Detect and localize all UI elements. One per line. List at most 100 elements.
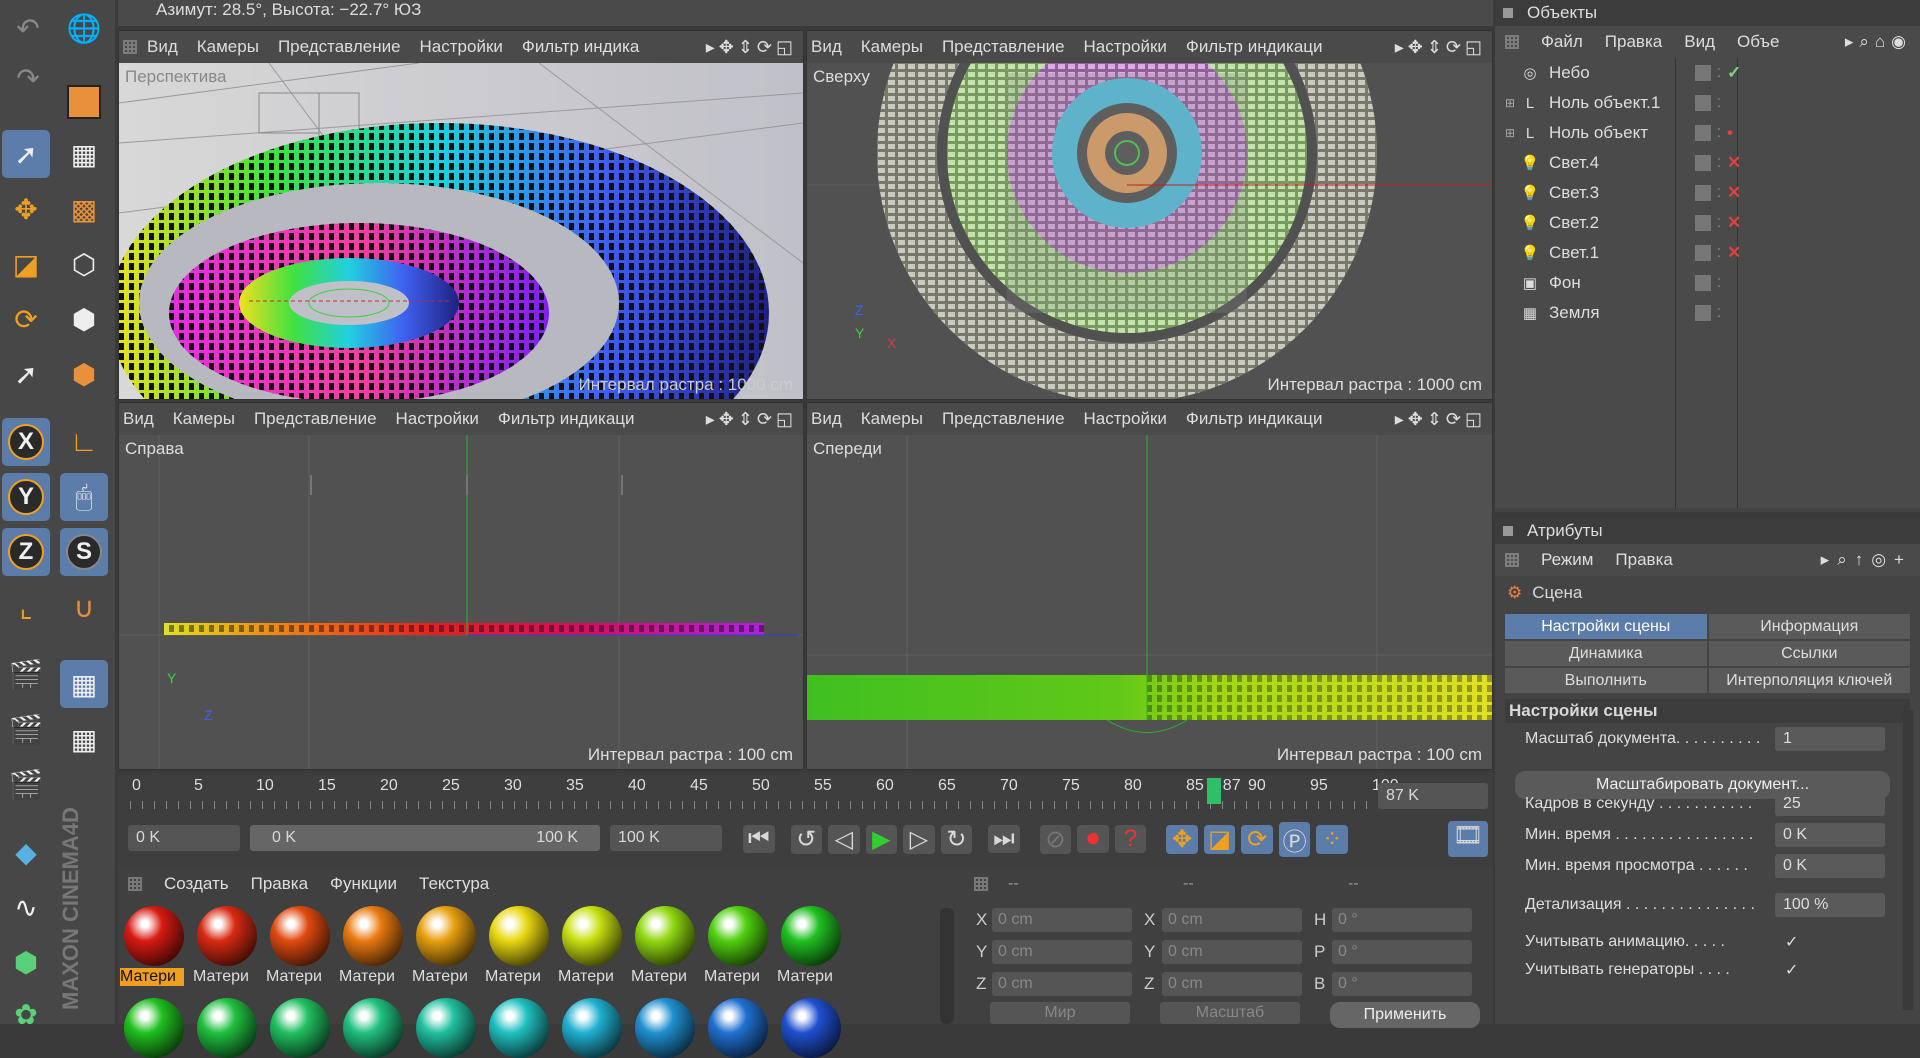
editor-visibility-icon[interactable] — [1695, 125, 1711, 141]
editor-visibility-icon[interactable] — [1695, 65, 1711, 81]
viewport-nav-icons[interactable]: ▸✥⇕⟳◱ — [1395, 37, 1486, 58]
coord-field[interactable]: 0 ° — [1332, 908, 1472, 932]
timeline-playhead[interactable] — [1206, 778, 1221, 804]
status-flag-icon[interactable]: ✕ — [1727, 183, 1741, 203]
apply-button[interactable]: Применить — [1330, 1002, 1480, 1028]
x-axis-lock-icon[interactable]: X — [2, 418, 50, 466]
material-swatch[interactable] — [635, 998, 695, 1058]
menu-options[interactable]: Настройки — [420, 37, 503, 57]
grid-rotate-icon[interactable]: ▦ — [60, 715, 108, 763]
expand-icon[interactable]: ⊞ — [1505, 126, 1519, 140]
material-swatch[interactable] — [635, 906, 695, 966]
coord-field[interactable]: 0 cm — [992, 940, 1132, 964]
menu-cameras[interactable]: Камеры — [173, 409, 235, 429]
tab-key-interpolation[interactable]: Интерполяция ключей — [1708, 668, 1910, 693]
editor-visibility-icon[interactable] — [1695, 95, 1711, 111]
goto-start-icon[interactable]: ⏮ — [743, 825, 775, 853]
editor-visibility-icon[interactable] — [1695, 275, 1711, 291]
status-flag-icon[interactable]: ✕ — [1727, 153, 1741, 173]
move-icon[interactable]: ✥ — [2, 185, 50, 233]
material-swatch[interactable] — [343, 998, 403, 1058]
render-dots-icon[interactable]: ⁚ — [1717, 66, 1721, 80]
editor-visibility-icon[interactable] — [1695, 155, 1711, 171]
menu-functions[interactable]: Функции — [330, 874, 397, 894]
object-row[interactable]: 💡 Свет.2 ⁚ ✕ — [1505, 208, 1920, 238]
viewport-nav-icons[interactable]: ▸✥⇕⟳◱ — [706, 37, 797, 58]
render-dots-icon[interactable]: ⁚ — [1717, 156, 1721, 170]
material-swatch[interactable] — [270, 906, 330, 966]
material-swatch[interactable] — [562, 998, 622, 1058]
material-swatch[interactable] — [270, 998, 330, 1058]
filmstrip-icon[interactable]: 🎞 — [1448, 821, 1488, 857]
menu-texture[interactable]: Текстура — [419, 874, 489, 894]
key-param-icon[interactable]: Ⓟ — [1278, 821, 1311, 857]
material-swatch[interactable] — [416, 998, 476, 1058]
material-swatch[interactable] — [124, 906, 184, 966]
next-frame-icon[interactable]: ▷ — [903, 824, 935, 854]
z-axis-lock-icon[interactable]: Z — [2, 528, 50, 576]
render-dots-icon[interactable]: ⁚ — [1717, 276, 1721, 290]
status-flag-icon[interactable]: ✕ — [1727, 243, 1741, 263]
attr-scrollbar[interactable] — [1903, 710, 1913, 1010]
edges-mode-icon[interactable]: ⬢ — [60, 295, 108, 343]
menu-create[interactable]: Создать — [164, 874, 229, 894]
menu-display[interactable]: Представление — [254, 409, 377, 429]
key-move-icon[interactable]: ✥ — [1166, 824, 1198, 854]
menu-view[interactable]: Вид — [147, 37, 178, 57]
min-time-field[interactable]: 0 K — [1775, 822, 1885, 847]
prev-key-icon[interactable]: ↺ — [790, 824, 823, 854]
current-frame-field[interactable]: 87 K — [1378, 783, 1488, 809]
object-row[interactable]: 💡 Свет.3 ⁚ ✕ — [1505, 178, 1920, 208]
viewport-perspective[interactable]: Вид Камеры Представление Настройки Фильт… — [118, 30, 804, 400]
material-swatch[interactable] — [197, 906, 257, 966]
rotate-icon[interactable]: ⟳ — [2, 295, 50, 343]
expand-icon[interactable]: ⊞ — [1505, 96, 1519, 110]
tab-references[interactable]: Ссылки — [1708, 641, 1910, 666]
menu-filter[interactable]: Фильтр индикаци — [1186, 37, 1323, 57]
render-settings-icon[interactable]: 🎬 — [2, 760, 50, 808]
material-swatch[interactable] — [489, 998, 549, 1058]
help-icon[interactable]: ? — [1114, 825, 1147, 853]
goto-end-icon[interactable]: ⏭ — [988, 825, 1020, 853]
material-swatch[interactable] — [781, 906, 841, 966]
viewport-nav-icons[interactable]: ▸✥⇕⟳◱ — [706, 409, 797, 430]
cube-primitive-icon[interactable]: ◆ — [2, 828, 50, 876]
viewport-nav-icons[interactable]: ▸✥⇕⟳◱ — [1395, 409, 1486, 430]
menu-edit[interactable]: Правка — [1615, 550, 1672, 570]
live-select-icon[interactable]: ➚ — [2, 350, 50, 398]
tab-scene-settings[interactable]: Настройки сцены — [1505, 614, 1707, 639]
menu-edit[interactable]: Правка — [251, 874, 308, 894]
menu-options[interactable]: Настройки — [1084, 37, 1167, 57]
workplane-icon[interactable]: ▩ — [60, 185, 108, 233]
coord-field[interactable]: 0 cm — [1162, 908, 1302, 932]
select-arrow-icon[interactable]: ➚ — [2, 130, 50, 178]
render-dots-icon[interactable]: ⁚ — [1717, 96, 1721, 110]
texture-mode-icon[interactable]: ▦ — [60, 130, 108, 178]
material-scrollbar[interactable] — [940, 908, 954, 1024]
key-scale-icon[interactable]: ◪ — [1203, 824, 1236, 854]
material-swatch[interactable] — [489, 906, 549, 966]
object-row[interactable]: ⊞ L Ноль объект.1 ⁚ — [1505, 88, 1920, 118]
use-generators-checkbox[interactable]: ✓ — [1785, 960, 1798, 980]
render-dots-icon[interactable]: ⁚ — [1717, 186, 1721, 200]
prev-frame-icon[interactable]: ◁ — [828, 824, 860, 854]
grid-lock-icon[interactable]: ▦ — [60, 660, 108, 708]
coord-field[interactable]: 0 ° — [1332, 940, 1472, 964]
fps-field[interactable]: 25 — [1775, 791, 1885, 816]
material-swatch[interactable] — [562, 906, 622, 966]
globe-icon[interactable]: 🌐 — [60, 4, 108, 52]
tab-dynamics[interactable]: Динамика — [1505, 641, 1707, 666]
subdivision-icon[interactable]: ⬢ — [2, 938, 50, 986]
tab-execute[interactable]: Выполнить — [1505, 668, 1707, 693]
menu-file[interactable]: Файл — [1541, 32, 1583, 52]
viewport-right[interactable]: Вид Камеры Представление Настройки Фильт… — [118, 402, 804, 770]
record-disabled-icon[interactable]: ⊘ — [1039, 824, 1072, 854]
material-swatch[interactable] — [124, 998, 184, 1058]
render-view-icon[interactable]: 🎬 — [2, 650, 50, 698]
y-axis-lock-icon[interactable]: Y — [2, 473, 50, 521]
scale-icon[interactable]: ◪ — [2, 240, 50, 288]
start-frame-field[interactable]: 0 K — [128, 825, 240, 851]
points-mode-icon[interactable]: ⬡ — [60, 240, 108, 288]
world-dropdown[interactable]: Мир — [990, 1002, 1130, 1024]
coord-field[interactable]: 0 cm — [1162, 972, 1302, 996]
